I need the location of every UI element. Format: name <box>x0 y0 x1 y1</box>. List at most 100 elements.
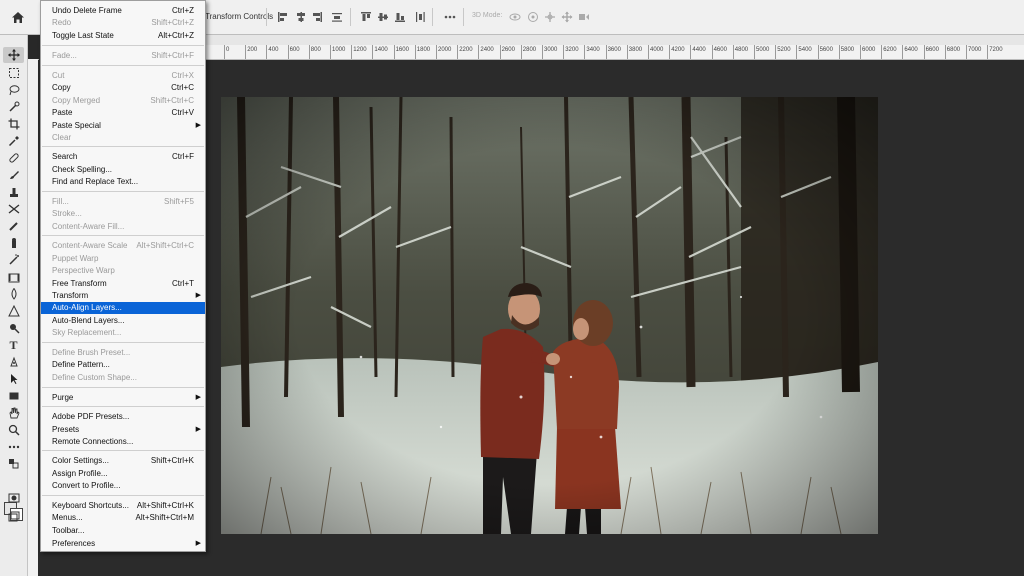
tools-panel: T <box>0 35 28 576</box>
text-tool-icon[interactable]: T <box>3 337 24 353</box>
brush-tool-icon[interactable] <box>3 167 24 183</box>
horizontal-ruler[interactable]: 0 200 400 600 800 1000 1200 1400 1600 1800 2000 220… <box>205 45 1024 60</box>
menu-item-copy[interactable]: Copy Ctrl+C <box>41 82 205 94</box>
marquee-tool-icon[interactable] <box>3 65 24 81</box>
zoom-tool-icon[interactable] <box>3 422 24 438</box>
3d-roll-icon[interactable] <box>526 10 540 24</box>
blur-tool-icon[interactable] <box>3 252 24 268</box>
menu-item-label: Menus... <box>52 513 83 522</box>
menu-item-paste[interactable]: Paste Ctrl+V <box>41 107 205 119</box>
home-icon[interactable] <box>6 7 30 27</box>
ruler-tick <box>881 45 883 59</box>
eyedropper-tool-icon[interactable] <box>3 133 24 149</box>
menu-item-check-spelling[interactable]: Check Spelling... <box>41 164 205 176</box>
3d-orbit-icon[interactable] <box>508 10 522 24</box>
align-center-h-icon[interactable] <box>294 10 308 24</box>
3d-slide-icon[interactable] <box>560 10 574 24</box>
align-middle-v-icon[interactable] <box>376 10 390 24</box>
default-colors-icon[interactable] <box>3 456 24 472</box>
3d-pan-icon[interactable] <box>543 10 557 24</box>
gradient-tool-icon[interactable] <box>3 235 24 251</box>
rectangle-tool-icon[interactable] <box>3 388 24 404</box>
pen-tool-icon[interactable] <box>3 286 24 302</box>
ruler-tick <box>414 45 416 59</box>
hand-tool-icon[interactable] <box>3 405 24 421</box>
edit-toolbar-icon[interactable] <box>3 439 24 455</box>
direct-selection-tool-icon[interactable] <box>3 371 24 387</box>
3d-scale-icon[interactable] <box>577 10 591 24</box>
ruler-tick <box>584 45 586 59</box>
menu-item-toggle-last-state[interactable]: Toggle Last State Alt+Ctrl+Z <box>41 30 205 42</box>
menu-item-presets[interactable]: Presets ▶ <box>41 424 205 436</box>
menu-item-menus[interactable]: Menus... Alt+Shift+Ctrl+M <box>41 512 205 524</box>
ruler-tick-label: 4800 <box>734 47 749 53</box>
ruler-tick-label: 5200 <box>777 47 791 53</box>
menu-item-purge[interactable]: Purge ▶ <box>41 392 205 404</box>
healing-brush-tool-icon[interactable] <box>3 150 24 166</box>
menu-item-content-aware-scale: Content-Aware Scale Alt+Shift+Ctrl+C <box>41 240 205 252</box>
submenu-arrow-icon: ▶ <box>195 426 201 433</box>
menu-separator <box>42 65 204 66</box>
menu-item-undo-delete-frame[interactable]: Undo Delete Frame Ctrl+Z <box>41 5 205 17</box>
move-tool-icon[interactable] <box>3 47 24 63</box>
crop-tool-icon[interactable] <box>3 116 24 132</box>
eraser-tool-icon[interactable] <box>3 218 24 234</box>
document-tab-strip[interactable] <box>205 35 1024 45</box>
lasso-tool-icon[interactable] <box>3 82 24 98</box>
path-selection-tool-icon[interactable] <box>3 320 24 336</box>
distribute-v-icon[interactable] <box>413 10 427 24</box>
menu-item-keyboard-shortcuts[interactable]: Keyboard Shortcuts... Alt+Shift+Ctrl+K <box>41 500 205 512</box>
menu-item-free-transform[interactable]: Free Transform Ctrl+T <box>41 278 205 290</box>
menu-item-label: Redo <box>52 18 72 27</box>
quick-mask-icon[interactable] <box>3 490 24 506</box>
menu-item-label: Fill... <box>52 197 69 206</box>
menu-separator <box>42 235 204 236</box>
menu-item-content-aware-fill: Content-Aware Fill... <box>41 221 205 233</box>
menu-item-assign-profile[interactable]: Assign Profile... <box>41 468 205 480</box>
menu-item-adobe-pdf-presets[interactable]: Adobe PDF Presets... <box>41 411 205 423</box>
menu-item-toolbar[interactable]: Toolbar... <box>41 525 205 537</box>
menu-item-shortcut: Ctrl+F <box>172 152 194 161</box>
history-brush-tool-icon[interactable] <box>3 201 24 217</box>
menu-item-preferences[interactable]: Preferences ▶ <box>41 538 205 550</box>
transform-controls-label[interactable]: Transform Controls <box>205 12 273 21</box>
menu-item-paste-special[interactable]: Paste Special ▶ <box>41 120 205 132</box>
distribute-icon[interactable] <box>330 10 344 24</box>
ruler-tick <box>987 45 989 59</box>
screen-mode-icon[interactable] <box>3 509 24 525</box>
photo-canvas[interactable] <box>221 97 878 534</box>
menu-item-color-settings[interactable]: Color Settings... Shift+Ctrl+K <box>41 455 205 467</box>
ruler-tick <box>966 45 967 59</box>
ruler-tick-label: 800 <box>310 47 321 53</box>
ruler-tick-label: 2400 <box>480 47 494 53</box>
align-top-icon[interactable] <box>359 10 373 24</box>
menu-item-search[interactable]: Search Ctrl+F <box>41 151 205 163</box>
dodge-tool-icon[interactable] <box>3 269 24 285</box>
align-left-icon[interactable] <box>276 10 290 24</box>
menu-item-auto-align-layers[interactable]: Auto-Align Layers... <box>41 302 205 314</box>
quick-selection-tool-icon[interactable] <box>3 99 24 115</box>
menu-item-remote-connections[interactable]: Remote Connections... <box>41 436 205 448</box>
menu-item-label: Toolbar... <box>52 526 85 535</box>
align-bottom-icon[interactable] <box>393 10 407 24</box>
ruler-tick-label: 2800 <box>522 47 537 53</box>
ruler-tick <box>436 45 437 59</box>
ruler-tick-label: 5600 <box>819 47 833 53</box>
ruler-tick-label: 6400 <box>904 47 918 53</box>
ruler-tick-label: 1400 <box>374 47 388 53</box>
menu-item-label: Paste Special <box>52 121 101 130</box>
menu-item-label: Define Pattern... <box>52 360 110 369</box>
clone-stamp-tool-icon[interactable] <box>3 184 24 200</box>
pen-path-tool-icon[interactable] <box>3 354 24 370</box>
menu-item-define-pattern[interactable]: Define Pattern... <box>41 359 205 371</box>
more-options-icon[interactable] <box>443 10 457 24</box>
menu-item-find-and-replace-text[interactable]: Find and Replace Text... <box>41 176 205 188</box>
menu-item-auto-blend-layers[interactable]: Auto-Blend Layers... <box>41 315 205 327</box>
type-tool-icon[interactable] <box>3 303 24 319</box>
menu-item-convert-to-profile[interactable]: Convert to Profile... <box>41 480 205 492</box>
menu-item-transform[interactable]: Transform ▶ <box>41 290 205 302</box>
submenu-arrow-icon: ▶ <box>195 394 201 401</box>
ruler-tick-label: 200 <box>247 47 258 53</box>
divider <box>463 8 464 26</box>
align-right-icon[interactable] <box>310 10 324 24</box>
